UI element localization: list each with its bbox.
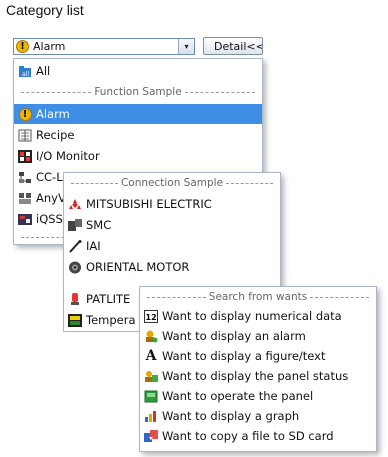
operate-panel-icon — [144, 389, 158, 403]
alarm-icon: ! — [18, 107, 32, 121]
list-item-label: AnyV — [36, 191, 66, 205]
list-item-label: iQSS — [36, 212, 63, 226]
svg-text:all: all — [22, 71, 29, 78]
svg-text:123: 123 — [146, 313, 159, 322]
list-item-label: Want to display numerical data — [162, 309, 342, 323]
separator-connection-sample: Connection Sample — [68, 176, 276, 190]
separator-label: Function Sample — [94, 86, 182, 98]
io-monitor-icon — [18, 149, 32, 163]
text-a-icon: A — [145, 348, 157, 364]
list-item-label: PATLITE — [86, 292, 131, 306]
list-item-alarm[interactable]: ! Alarm — [14, 104, 262, 124]
page-caption: Category list — [6, 2, 84, 18]
list-item-smc[interactable]: SMC — [64, 215, 280, 235]
temperature-icon — [68, 313, 82, 327]
iai-icon — [68, 239, 82, 253]
alarm-icon-wrap: ! — [18, 107, 32, 121]
list-item-label: All — [36, 64, 51, 78]
network-icon — [18, 170, 32, 184]
combo-value: ! Alarm — [16, 40, 65, 53]
list-item-want-figure-text[interactable]: A Want to display a figure/text — [140, 346, 376, 366]
category-combobox[interactable]: ! Alarm ▾ — [13, 38, 195, 55]
list-item-want-alarm[interactable]: Want to display an alarm — [140, 326, 376, 346]
alarm-icon: ! — [16, 40, 29, 53]
list-item-label: Want to copy a file to SD card — [162, 429, 334, 443]
list-item-oriental-motor[interactable]: ORIENTAL MOTOR — [64, 257, 280, 277]
list-item-label: CC-L — [36, 170, 63, 184]
smc-icon — [68, 218, 82, 232]
list-item-all[interactable]: all All — [14, 61, 262, 81]
list-item-label: ORIENTAL MOTOR — [86, 260, 190, 274]
recipe-icon — [18, 128, 32, 142]
connection-sample-panel: Connection Sample MITSUBISHI ELECTRIC SM… — [63, 172, 281, 292]
patlite-icon — [68, 292, 82, 306]
list-item-want-panel-status[interactable]: Want to display the panel status — [140, 366, 376, 386]
list-item-label: MITSUBISHI ELECTRIC — [86, 197, 212, 211]
mitsubishi-icon — [68, 197, 82, 211]
list-item-mitsubishi[interactable]: MITSUBISHI ELECTRIC — [64, 194, 280, 214]
list-item-label: Want to operate the panel — [162, 389, 314, 403]
list-item-want-operate-panel[interactable]: Want to operate the panel — [140, 386, 376, 406]
separator-function-sample: Function Sample — [18, 85, 258, 99]
list-item-io-monitor[interactable]: I/O Monitor — [14, 146, 262, 166]
list-item-label: Want to display the panel status — [162, 369, 349, 383]
folder-all-icon: all — [18, 64, 32, 78]
list-item-want-graph[interactable]: Want to display a graph — [140, 406, 376, 426]
list-item-label: Want to display a figure/text — [162, 349, 326, 363]
list-item-label: I/O Monitor — [36, 149, 100, 163]
anywire-icon — [18, 191, 32, 205]
panel-status-icon — [144, 369, 158, 383]
list-item-want-numerical[interactable]: 123 Want to display numerical data — [140, 306, 376, 326]
alarm-person-icon — [144, 329, 158, 343]
list-item-label: Want to display an alarm — [162, 329, 306, 343]
chevron-down-icon[interactable]: ▾ — [178, 39, 194, 54]
separator-label: Search from wants — [208, 291, 308, 303]
list-item-label: Alarm — [36, 107, 70, 121]
list-item-label: Tempera — [86, 313, 136, 327]
list-item-iai[interactable]: IAI — [64, 236, 280, 256]
separator-search-from-wants: Search from wants — [144, 290, 372, 304]
sd-card-icon — [144, 429, 158, 443]
separator-label: Connection Sample — [120, 177, 224, 189]
list-item-label: Want to display a graph — [162, 409, 300, 423]
detail-button[interactable]: Detail<< — [203, 37, 263, 55]
motor-icon — [68, 260, 82, 274]
list-item-recipe[interactable]: Recipe — [14, 125, 262, 145]
iqss-icon — [18, 212, 32, 226]
search-from-wants-panel: Search from wants 123 Want to display nu… — [139, 286, 377, 452]
list-item-label: SMC — [86, 218, 112, 232]
numerical-icon: 123 — [144, 309, 158, 323]
list-item-label: IAI — [86, 239, 101, 253]
list-item-want-copy-sd[interactable]: Want to copy a file to SD card — [140, 426, 376, 446]
list-item-label: Recipe — [36, 128, 75, 142]
combo-value-text: Alarm — [33, 40, 66, 53]
graph-icon — [144, 409, 158, 423]
